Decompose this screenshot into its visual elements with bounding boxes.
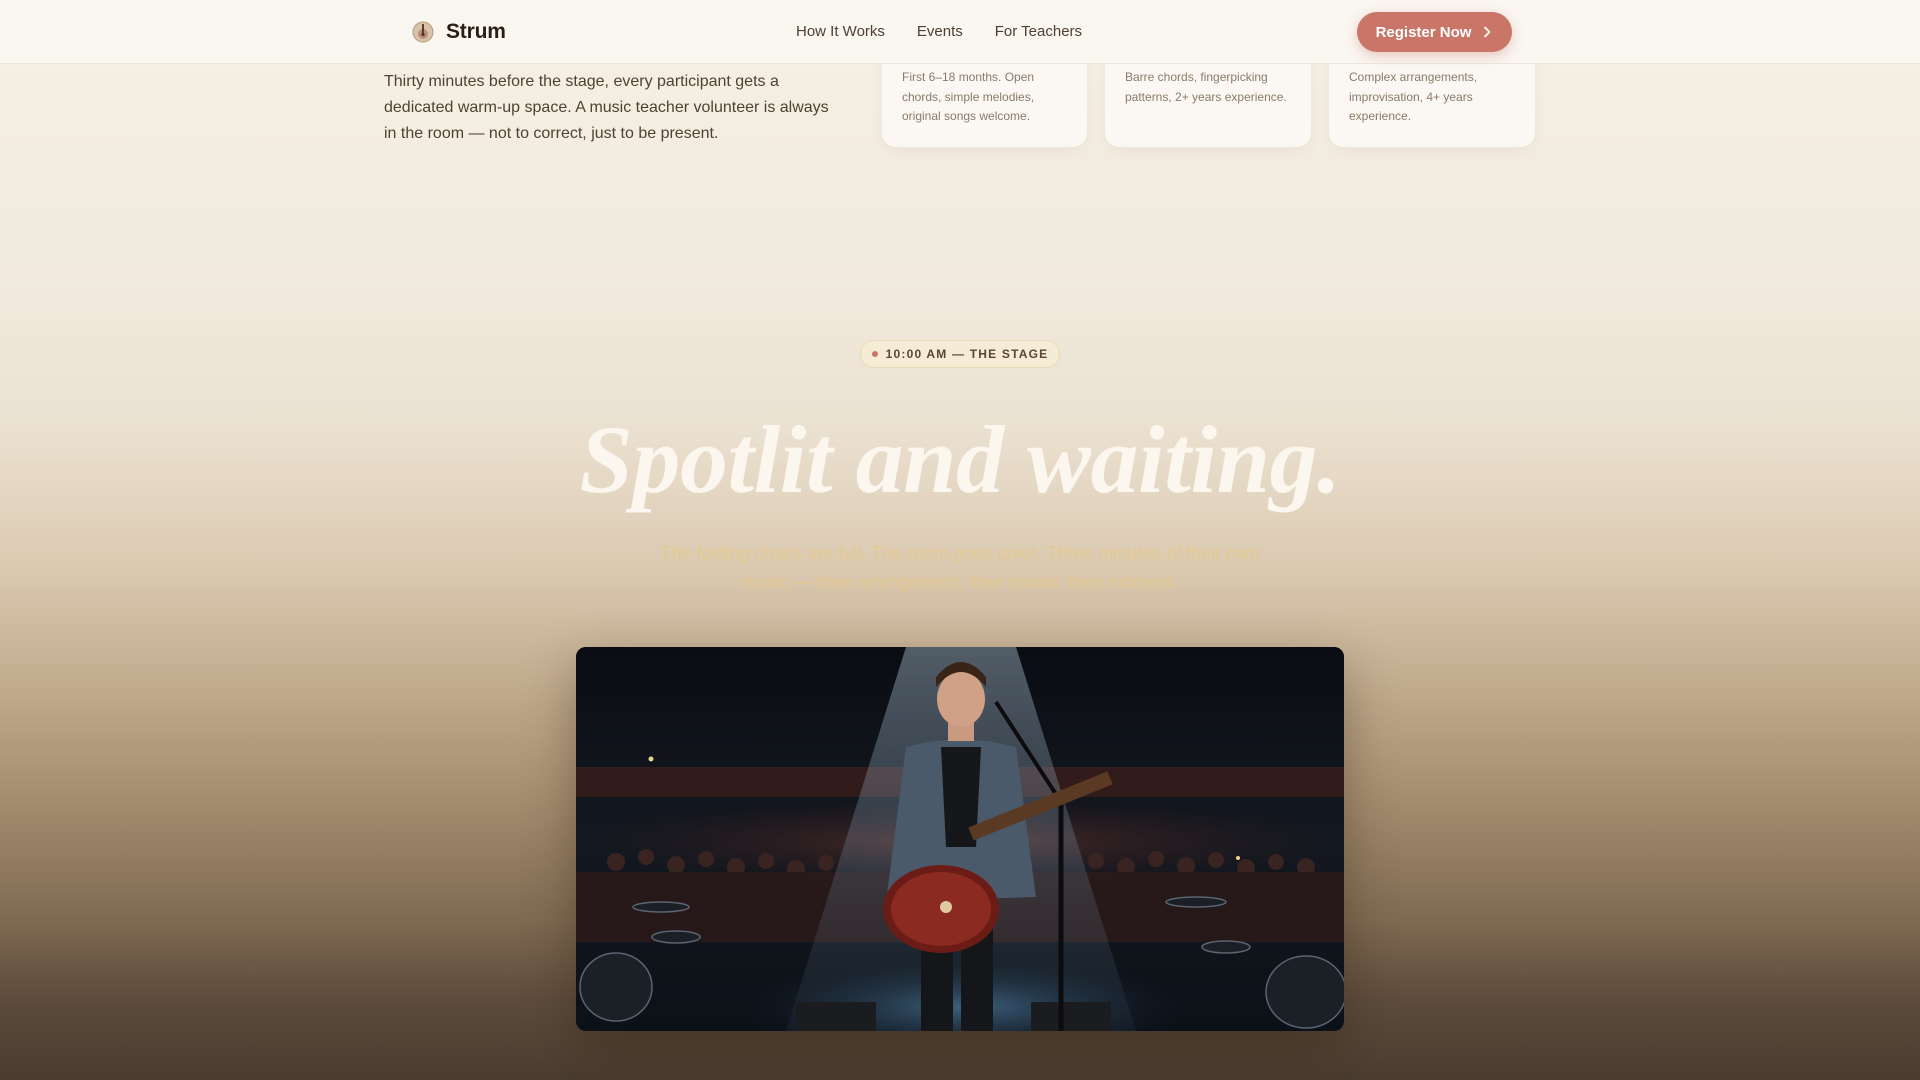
register-now-button[interactable]: Register Now: [1357, 12, 1512, 52]
stage-photo-illustration: [576, 647, 1344, 1031]
guitar-logo-icon: [412, 21, 434, 43]
register-now-label: Register Now: [1375, 23, 1472, 41]
level-card-description: Barre chords, fingerpicking patterns, 2+…: [1125, 70, 1287, 104]
nav-link-how-it-works[interactable]: How It Works: [796, 23, 885, 40]
level-card-description: First 6–18 months. Open chords, simple m…: [902, 70, 1035, 123]
stage-subtitle: The folding chairs are full. The room go…: [660, 543, 1260, 592]
nav-link-for-teachers[interactable]: For Teachers: [995, 23, 1082, 40]
site-header: Strum How It Works Events For Teachers R…: [0, 0, 1920, 64]
level-card-description: Complex arrangements, improvisation, 4+ …: [1349, 70, 1478, 123]
brand[interactable]: Strum: [412, 20, 506, 44]
stage-heading: Spotlit and waiting.: [579, 406, 1341, 513]
main-nav: How It Works Events For Teachers: [796, 23, 1082, 40]
brand-name: Strum: [446, 20, 506, 43]
chevron-right-icon: [1484, 26, 1491, 38]
time-badge: 10:00 AM — THE STAGE: [860, 340, 1060, 368]
nav-link-events[interactable]: Events: [917, 23, 963, 40]
badge-dot-icon: [871, 351, 878, 357]
stage-performer-photo: [576, 647, 1344, 1031]
warmup-description: Thirty minutes before the stage, every p…: [384, 73, 829, 142]
time-badge-label: 10:00 AM — THE STAGE: [885, 347, 1049, 361]
